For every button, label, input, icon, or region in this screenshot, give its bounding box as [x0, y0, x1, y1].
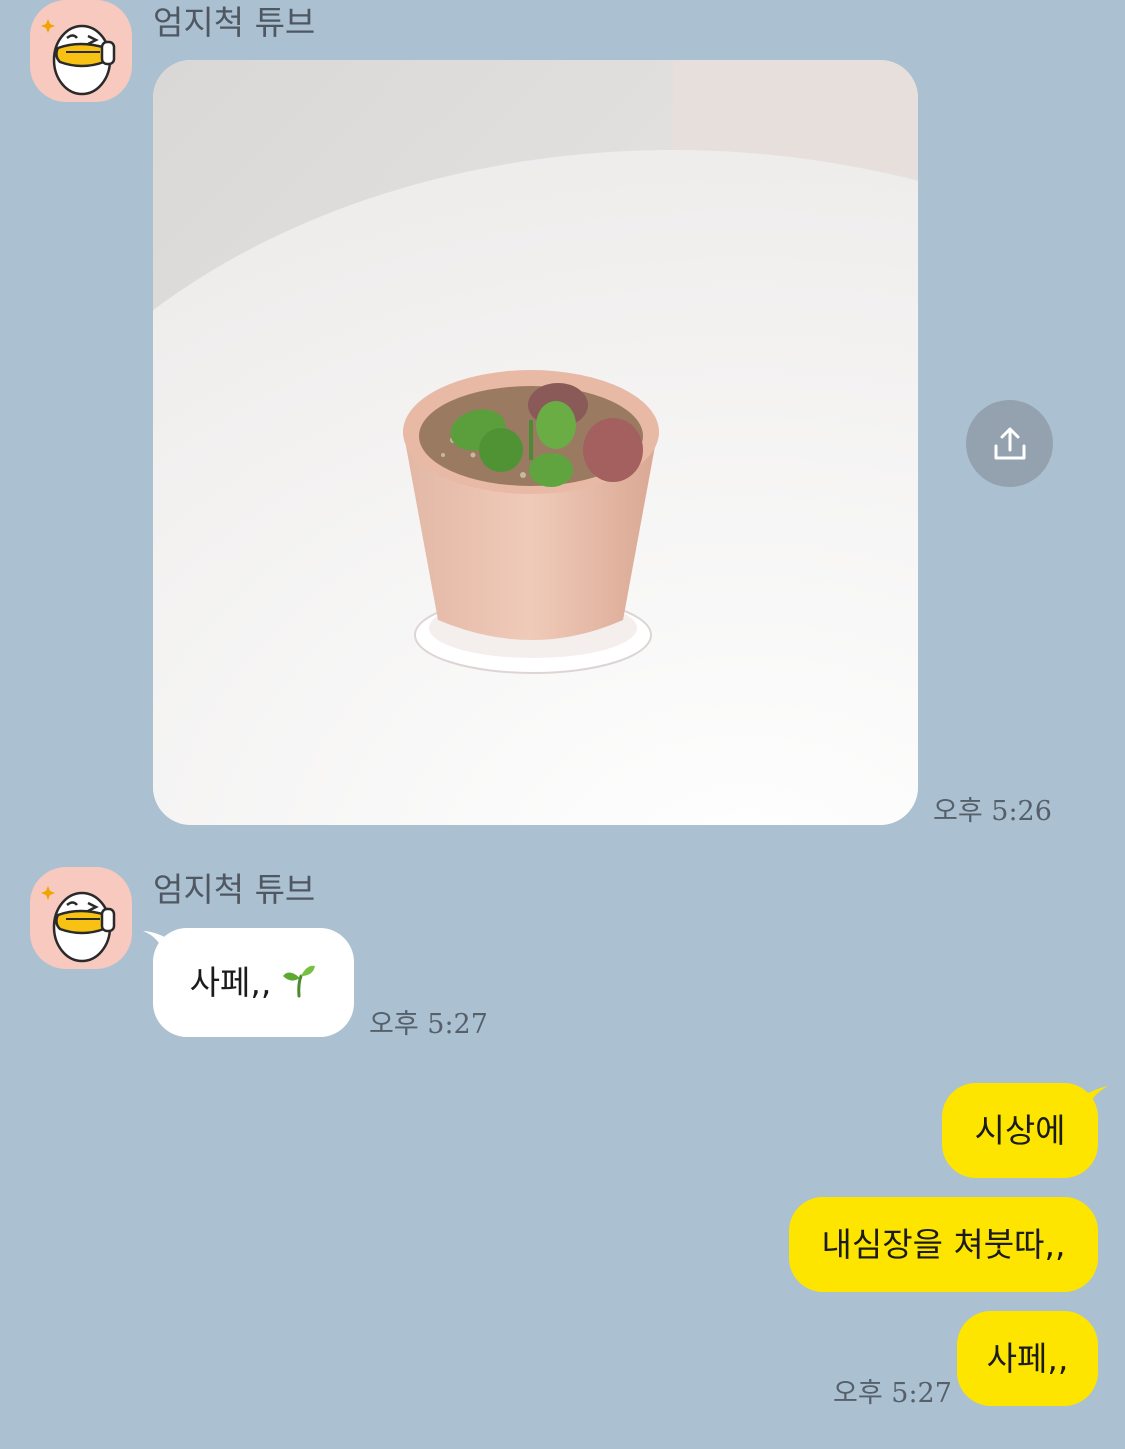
tube-character-icon — [41, 19, 116, 96]
message-text: 시상에 — [974, 1111, 1066, 1150]
message-bubble[interactable]: 사페,, — [153, 928, 354, 1037]
message-text: 사페,, — [986, 1339, 1069, 1378]
sender-avatar[interactable] — [30, 0, 132, 102]
message-bubble[interactable]: 사페,, — [957, 1311, 1098, 1406]
seedling-emoji — [281, 962, 317, 1003]
message-time: 오후 5:27 — [833, 1378, 952, 1409]
plant-photo-image — [153, 60, 918, 825]
sender-name: 엄지척 튜브 — [153, 870, 316, 909]
shared-photo[interactable] — [153, 60, 918, 825]
sender-avatar[interactable] — [30, 867, 132, 969]
sender-name: 엄지척 튜브 — [153, 3, 316, 42]
share-icon — [994, 427, 1025, 459]
message-bubble[interactable]: 내심장을 쳐붓따,, — [789, 1197, 1098, 1292]
tube-character-icon — [41, 886, 116, 963]
message-time: 오후 5:27 — [369, 1009, 488, 1040]
seedling-icon — [283, 965, 316, 998]
message-bubble[interactable]: 시상에 — [942, 1083, 1098, 1178]
message-time: 오후 5:26 — [933, 796, 1052, 827]
share-button[interactable] — [966, 400, 1053, 487]
message-text: 내심장을 쳐붓따,, — [821, 1225, 1066, 1264]
message-text: 사페,, — [189, 963, 272, 1002]
